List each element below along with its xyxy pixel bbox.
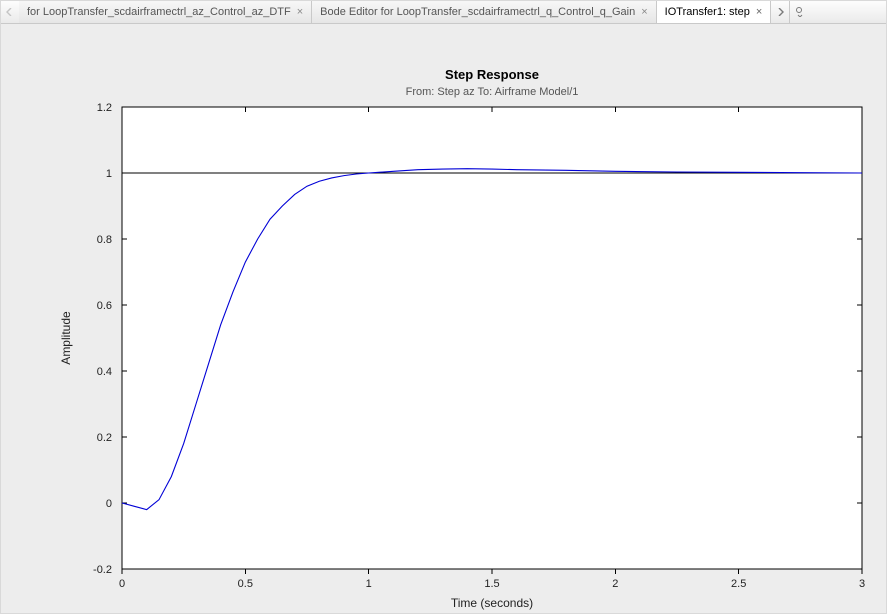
close-icon[interactable]: × <box>756 7 762 18</box>
step-response-chart: Step Response From: Step az To: Airframe … <box>4 25 884 613</box>
svg-text:Amplitude: Amplitude <box>59 311 73 365</box>
svg-text:Step Response: Step Response <box>445 67 539 82</box>
tab-bode-editor-q[interactable]: Bode Editor for LoopTransfer_scdairframe… <box>312 1 657 23</box>
tab-overflow-menu[interactable] <box>789 1 810 23</box>
tab-label: for LoopTransfer_scdairframectrl_az_Cont… <box>27 6 291 18</box>
tab-scroll-right[interactable] <box>771 1 789 23</box>
tab-label: IOTransfer1: step <box>665 6 750 18</box>
svg-text:0.4: 0.4 <box>96 366 111 378</box>
app-window: for LoopTransfer_scdairframectrl_az_Cont… <box>0 0 887 614</box>
plot-area[interactable]: Step Response From: Step az To: Airframe … <box>1 24 886 613</box>
svg-text:1: 1 <box>105 168 111 180</box>
svg-text:0.6: 0.6 <box>96 300 111 312</box>
svg-text:From: Step az To: Airframe Mo: From: Step az To: Airframe Model/1 <box>405 86 578 98</box>
close-icon[interactable]: × <box>641 7 647 18</box>
tab-label: Bode Editor for LoopTransfer_scdairframe… <box>320 6 635 18</box>
overflow-icon <box>794 7 806 17</box>
svg-text:0: 0 <box>105 498 111 510</box>
svg-text:-0.2: -0.2 <box>93 564 112 576</box>
svg-text:3: 3 <box>858 578 864 590</box>
svg-text:Time (seconds): Time (seconds) <box>450 596 532 610</box>
svg-text:0.5: 0.5 <box>237 578 252 590</box>
tab-bar: for LoopTransfer_scdairframectrl_az_Cont… <box>1 1 886 24</box>
tab-iotransfer1-step[interactable]: IOTransfer1: step × <box>657 1 772 23</box>
chevron-left-icon <box>6 8 14 16</box>
chevron-right-icon <box>776 8 784 16</box>
svg-text:2: 2 <box>612 578 618 590</box>
svg-text:1.5: 1.5 <box>484 578 499 590</box>
svg-text:0: 0 <box>118 578 124 590</box>
tab-scroll-left[interactable] <box>1 1 19 23</box>
svg-text:0.8: 0.8 <box>96 234 111 246</box>
close-icon[interactable]: × <box>297 7 303 18</box>
svg-text:1: 1 <box>365 578 371 590</box>
svg-text:0.2: 0.2 <box>96 432 111 444</box>
tab-looptransfer-az[interactable]: for LoopTransfer_scdairframectrl_az_Cont… <box>19 1 312 23</box>
svg-text:2.5: 2.5 <box>731 578 746 590</box>
svg-text:1.2: 1.2 <box>96 102 111 114</box>
